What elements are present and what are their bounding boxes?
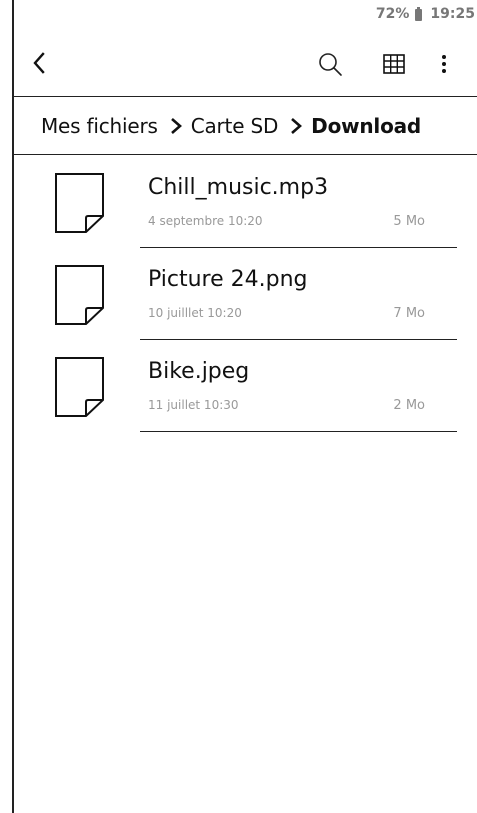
battery-percent: 72% bbox=[375, 6, 410, 22]
back-button[interactable] bbox=[26, 48, 52, 78]
grid-view-button[interactable] bbox=[379, 48, 409, 80]
file-size: 5 Mo bbox=[393, 214, 425, 229]
breadcrumb-item-mes-fichiers[interactable]: Mes fichiers bbox=[41, 114, 158, 138]
file-list: Chill_music.mp3 4 septembre 10:20 5 Mo P… bbox=[14, 166, 477, 442]
file-info: Chill_music.mp3 4 septembre 10:20 5 Mo bbox=[140, 166, 457, 248]
file-icon bbox=[55, 265, 104, 325]
status-bar: 72% 19:25 bbox=[14, 0, 477, 34]
file-date: 11 juillet 10:30 bbox=[148, 398, 239, 412]
file-row[interactable]: Chill_music.mp3 4 septembre 10:20 5 Mo bbox=[14, 166, 477, 258]
more-vertical-icon bbox=[442, 55, 446, 73]
file-date: 10 juilllet 10:20 bbox=[148, 306, 242, 320]
more-options-button[interactable] bbox=[432, 48, 456, 80]
file-size: 2 Mo bbox=[393, 398, 425, 413]
file-info: Bike.jpeg 11 juillet 10:30 2 Mo bbox=[140, 350, 457, 432]
file-name: Bike.jpeg bbox=[148, 359, 250, 384]
file-date: 4 septembre 10:20 bbox=[148, 214, 263, 228]
search-button[interactable] bbox=[314, 48, 346, 80]
clock: 19:25 bbox=[430, 6, 475, 22]
file-row[interactable]: Picture 24.png 10 juilllet 10:20 7 Mo bbox=[14, 258, 477, 350]
file-icon bbox=[55, 173, 104, 233]
breadcrumb: Mes fichiers Carte SD Download bbox=[14, 98, 477, 154]
file-size: 7 Mo bbox=[393, 306, 425, 321]
status-indicators: 72% 19:25 bbox=[376, 6, 475, 22]
breadcrumb-item-carte-sd[interactable]: Carte SD bbox=[191, 114, 279, 138]
toolbar bbox=[14, 40, 477, 86]
toolbar-divider bbox=[14, 96, 477, 97]
battery-icon bbox=[415, 7, 423, 21]
file-manager-screen: 72% 19:25 Mes fichiers Carte SD Download… bbox=[12, 0, 477, 813]
grid-view-icon bbox=[383, 54, 405, 74]
chevron-right-icon bbox=[164, 116, 188, 136]
chevron-right-icon bbox=[284, 116, 308, 136]
search-icon bbox=[319, 53, 342, 76]
file-row[interactable]: Bike.jpeg 11 juillet 10:30 2 Mo bbox=[14, 350, 477, 442]
file-icon bbox=[55, 357, 104, 417]
file-name: Chill_music.mp3 bbox=[148, 175, 329, 200]
breadcrumb-divider bbox=[14, 154, 477, 155]
file-info: Picture 24.png 10 juilllet 10:20 7 Mo bbox=[140, 258, 457, 340]
breadcrumb-item-download: Download bbox=[311, 114, 422, 138]
chevron-left-icon bbox=[33, 52, 45, 74]
file-name: Picture 24.png bbox=[148, 267, 308, 292]
